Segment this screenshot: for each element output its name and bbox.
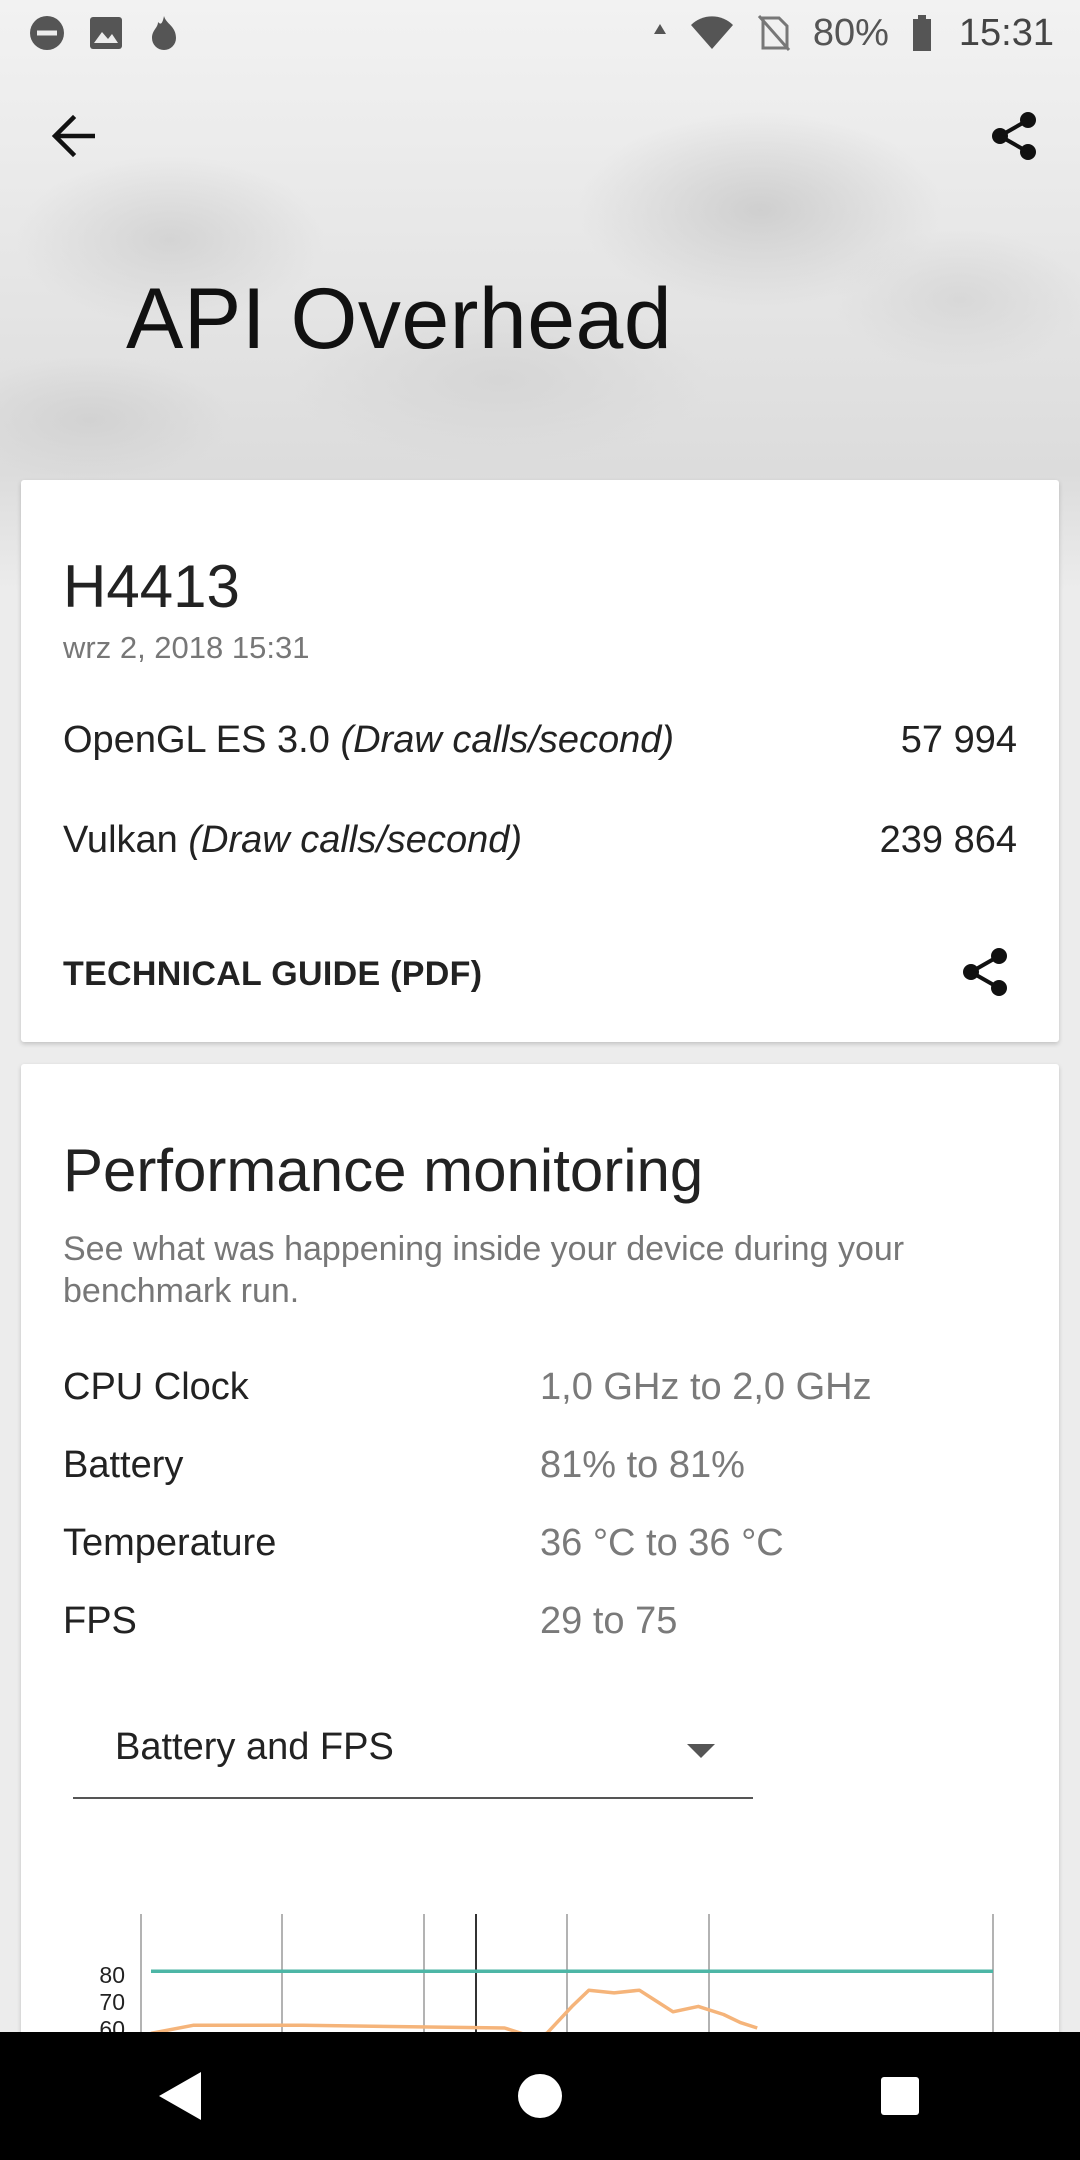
battery-icon [911, 14, 933, 52]
status-bar-right: 80% 15:31 [653, 12, 1054, 55]
chart-tick-label: 80 [99, 1962, 125, 1988]
chevron-down-icon [687, 1744, 715, 1758]
performance-card: Performance monitoring See what was happ… [21, 1064, 1059, 2160]
screen: 80% 15:31 API Overhead H4413 wrz 2, 2018… [0, 0, 1080, 2160]
metric-row-cpu-clock: CPU Clock 1,0 GHz to 2,0 GHz [63, 1366, 1023, 1422]
chart-selector-dropdown[interactable]: Battery and FPS [73, 1704, 753, 1799]
chart-selector-value: Battery and FPS [115, 1726, 394, 1768]
share-icon [963, 948, 1007, 996]
status-bar-left [28, 14, 182, 52]
score-api-name: Vulkan [63, 818, 178, 861]
share-button[interactable] [978, 100, 1050, 172]
status-bar: 80% 15:31 [0, 0, 1080, 66]
nav-home-button[interactable] [480, 2036, 600, 2156]
metric-row-temperature: Temperature 36 °C to 36 °C [63, 1522, 1023, 1578]
score-label: Vulkan (Draw calls/second) [63, 819, 522, 862]
device-name: H4413 [63, 553, 240, 620]
metric-value: 81% to 81% [540, 1444, 745, 1486]
share-result-button[interactable] [953, 940, 1017, 1004]
score-api-name: OpenGL ES 3.0 [63, 718, 330, 761]
score-label: OpenGL ES 3.0 (Draw calls/second) [63, 719, 674, 762]
result-date: wrz 2, 2018 15:31 [63, 630, 310, 665]
score-value: 239 864 [879, 818, 1017, 861]
nav-back-button[interactable] [120, 2036, 240, 2156]
metric-row-fps: FPS 29 to 75 [63, 1600, 1023, 1656]
result-card: H4413 wrz 2, 2018 15:31 OpenGL ES 3.0 (D… [21, 480, 1059, 1042]
gallery-icon [88, 15, 124, 51]
nav-recents-icon [881, 2077, 919, 2115]
nav-home-icon [518, 2074, 562, 2118]
page-title: API Overhead [126, 271, 673, 367]
score-unit: (Draw calls/second) [340, 718, 675, 761]
metric-value: 36 °C to 36 °C [540, 1522, 784, 1564]
metric-label: CPU Clock [63, 1366, 249, 1408]
clock: 15:31 [958, 11, 1054, 54]
back-button[interactable] [38, 100, 110, 172]
score-row-opengl: OpenGL ES 3.0 (Draw calls/second) 57 994 [63, 710, 1017, 770]
metric-label: FPS [63, 1600, 137, 1642]
metric-row-battery: Battery 81% to 81% [63, 1444, 1023, 1500]
score-unit: (Draw calls/second) [188, 818, 522, 861]
share-icon [992, 112, 1036, 160]
no-sim-icon [757, 14, 791, 52]
wifi-icon [689, 15, 735, 51]
navigation-bar [0, 2032, 1080, 2160]
metric-label: Battery [63, 1444, 184, 1486]
fps-series-line [150, 1988, 758, 2038]
performance-title: Performance monitoring [63, 1137, 704, 1204]
metric-value: 1,0 GHz to 2,0 GHz [540, 1366, 872, 1408]
battery-percent: 80% [812, 11, 889, 54]
score-value: 57 994 [900, 718, 1017, 761]
nav-recents-button[interactable] [840, 2036, 960, 2156]
chart-tick-label: 70 [99, 1989, 125, 2015]
do-not-disturb-icon [28, 14, 66, 52]
score-row-vulkan: Vulkan (Draw calls/second) 239 864 [63, 810, 1017, 870]
nav-back-icon [159, 2072, 201, 2120]
metric-value: 29 to 75 [540, 1600, 678, 1642]
arrow-left-icon [51, 114, 95, 158]
metric-label: Temperature [63, 1522, 277, 1564]
technical-guide-link[interactable]: TECHNICAL GUIDE (PDF) [63, 955, 482, 994]
flame-icon [146, 14, 182, 52]
data-arrow-icon [653, 22, 667, 44]
performance-description: See what was happening inside your devic… [63, 1230, 905, 1310]
